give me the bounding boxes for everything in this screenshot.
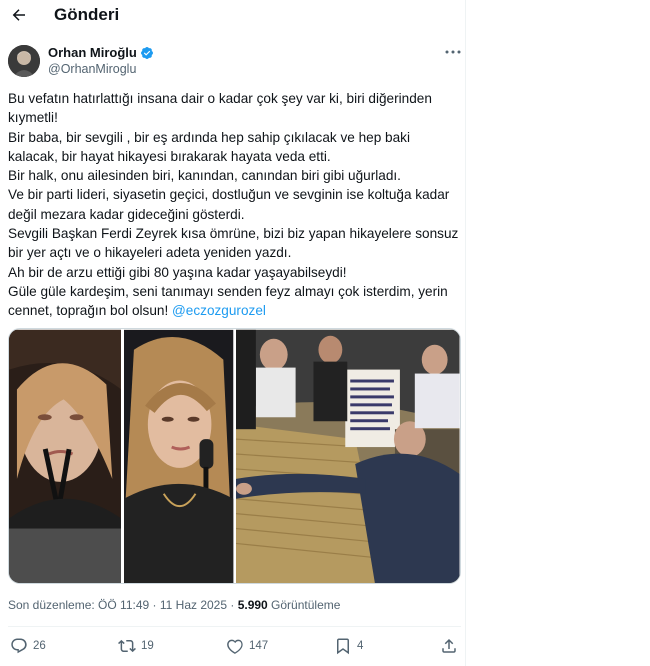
bookmark-count: 4	[357, 640, 364, 652]
author-name-text: Orhan Miroğlu	[48, 45, 137, 60]
repost-count: 19	[141, 640, 154, 652]
repost-button[interactable]: 19	[118, 634, 154, 658]
tweet-meta: Son düzenleme: ÖÖ 11:49 · 11 Haz 2025 · …	[8, 598, 340, 612]
back-button[interactable]	[8, 4, 30, 26]
mention-link[interactable]: @eczozgurozel	[172, 303, 266, 318]
tweet-media[interactable]	[8, 328, 461, 584]
more-options-button[interactable]	[443, 45, 463, 59]
share-button[interactable]	[440, 634, 458, 658]
page-title: Gönderi	[54, 5, 120, 24]
author-handle[interactable]: @OrhanMiroglu	[48, 62, 136, 76]
like-button[interactable]: 147	[226, 634, 268, 658]
author-name[interactable]: Orhan Miroğlu	[48, 45, 154, 60]
share-icon	[442, 638, 456, 653]
views-count: 5.990	[237, 598, 268, 612]
bookmark-button[interactable]: 4	[334, 634, 363, 658]
column-divider	[465, 0, 466, 666]
edited-timestamp[interactable]: Son düzenleme: ÖÖ 11:49 · 11 Haz 2025 ·	[8, 598, 238, 612]
views-label: Görüntüleme	[267, 598, 341, 612]
divider	[8, 626, 461, 627]
tweet-text: Bu vefatın hatırlattığı insana dair o ka…	[8, 89, 463, 321]
top-bar: Gönderi	[0, 0, 465, 30]
reply-button[interactable]: 26	[10, 634, 46, 658]
action-bar: 26 19 147 4	[0, 634, 465, 658]
reply-icon	[11, 638, 27, 654]
like-count: 147	[249, 640, 269, 652]
media-photo-crying-woman[interactable]	[9, 329, 122, 584]
avatar[interactable]	[8, 45, 40, 77]
media-photo-grave[interactable]	[236, 329, 460, 584]
media-photo-speaking-woman[interactable]	[124, 329, 234, 584]
verified-badge-icon	[140, 46, 153, 59]
tweet-body: Bu vefatın hatırlattığı insana dair o ka…	[8, 91, 459, 319]
bookmark-icon	[337, 638, 349, 655]
more-horizontal-icon	[445, 50, 461, 54]
repost-icon	[118, 639, 136, 653]
heart-icon	[227, 639, 243, 655]
reply-count: 26	[33, 640, 46, 652]
arrow-left-icon	[12, 9, 25, 21]
